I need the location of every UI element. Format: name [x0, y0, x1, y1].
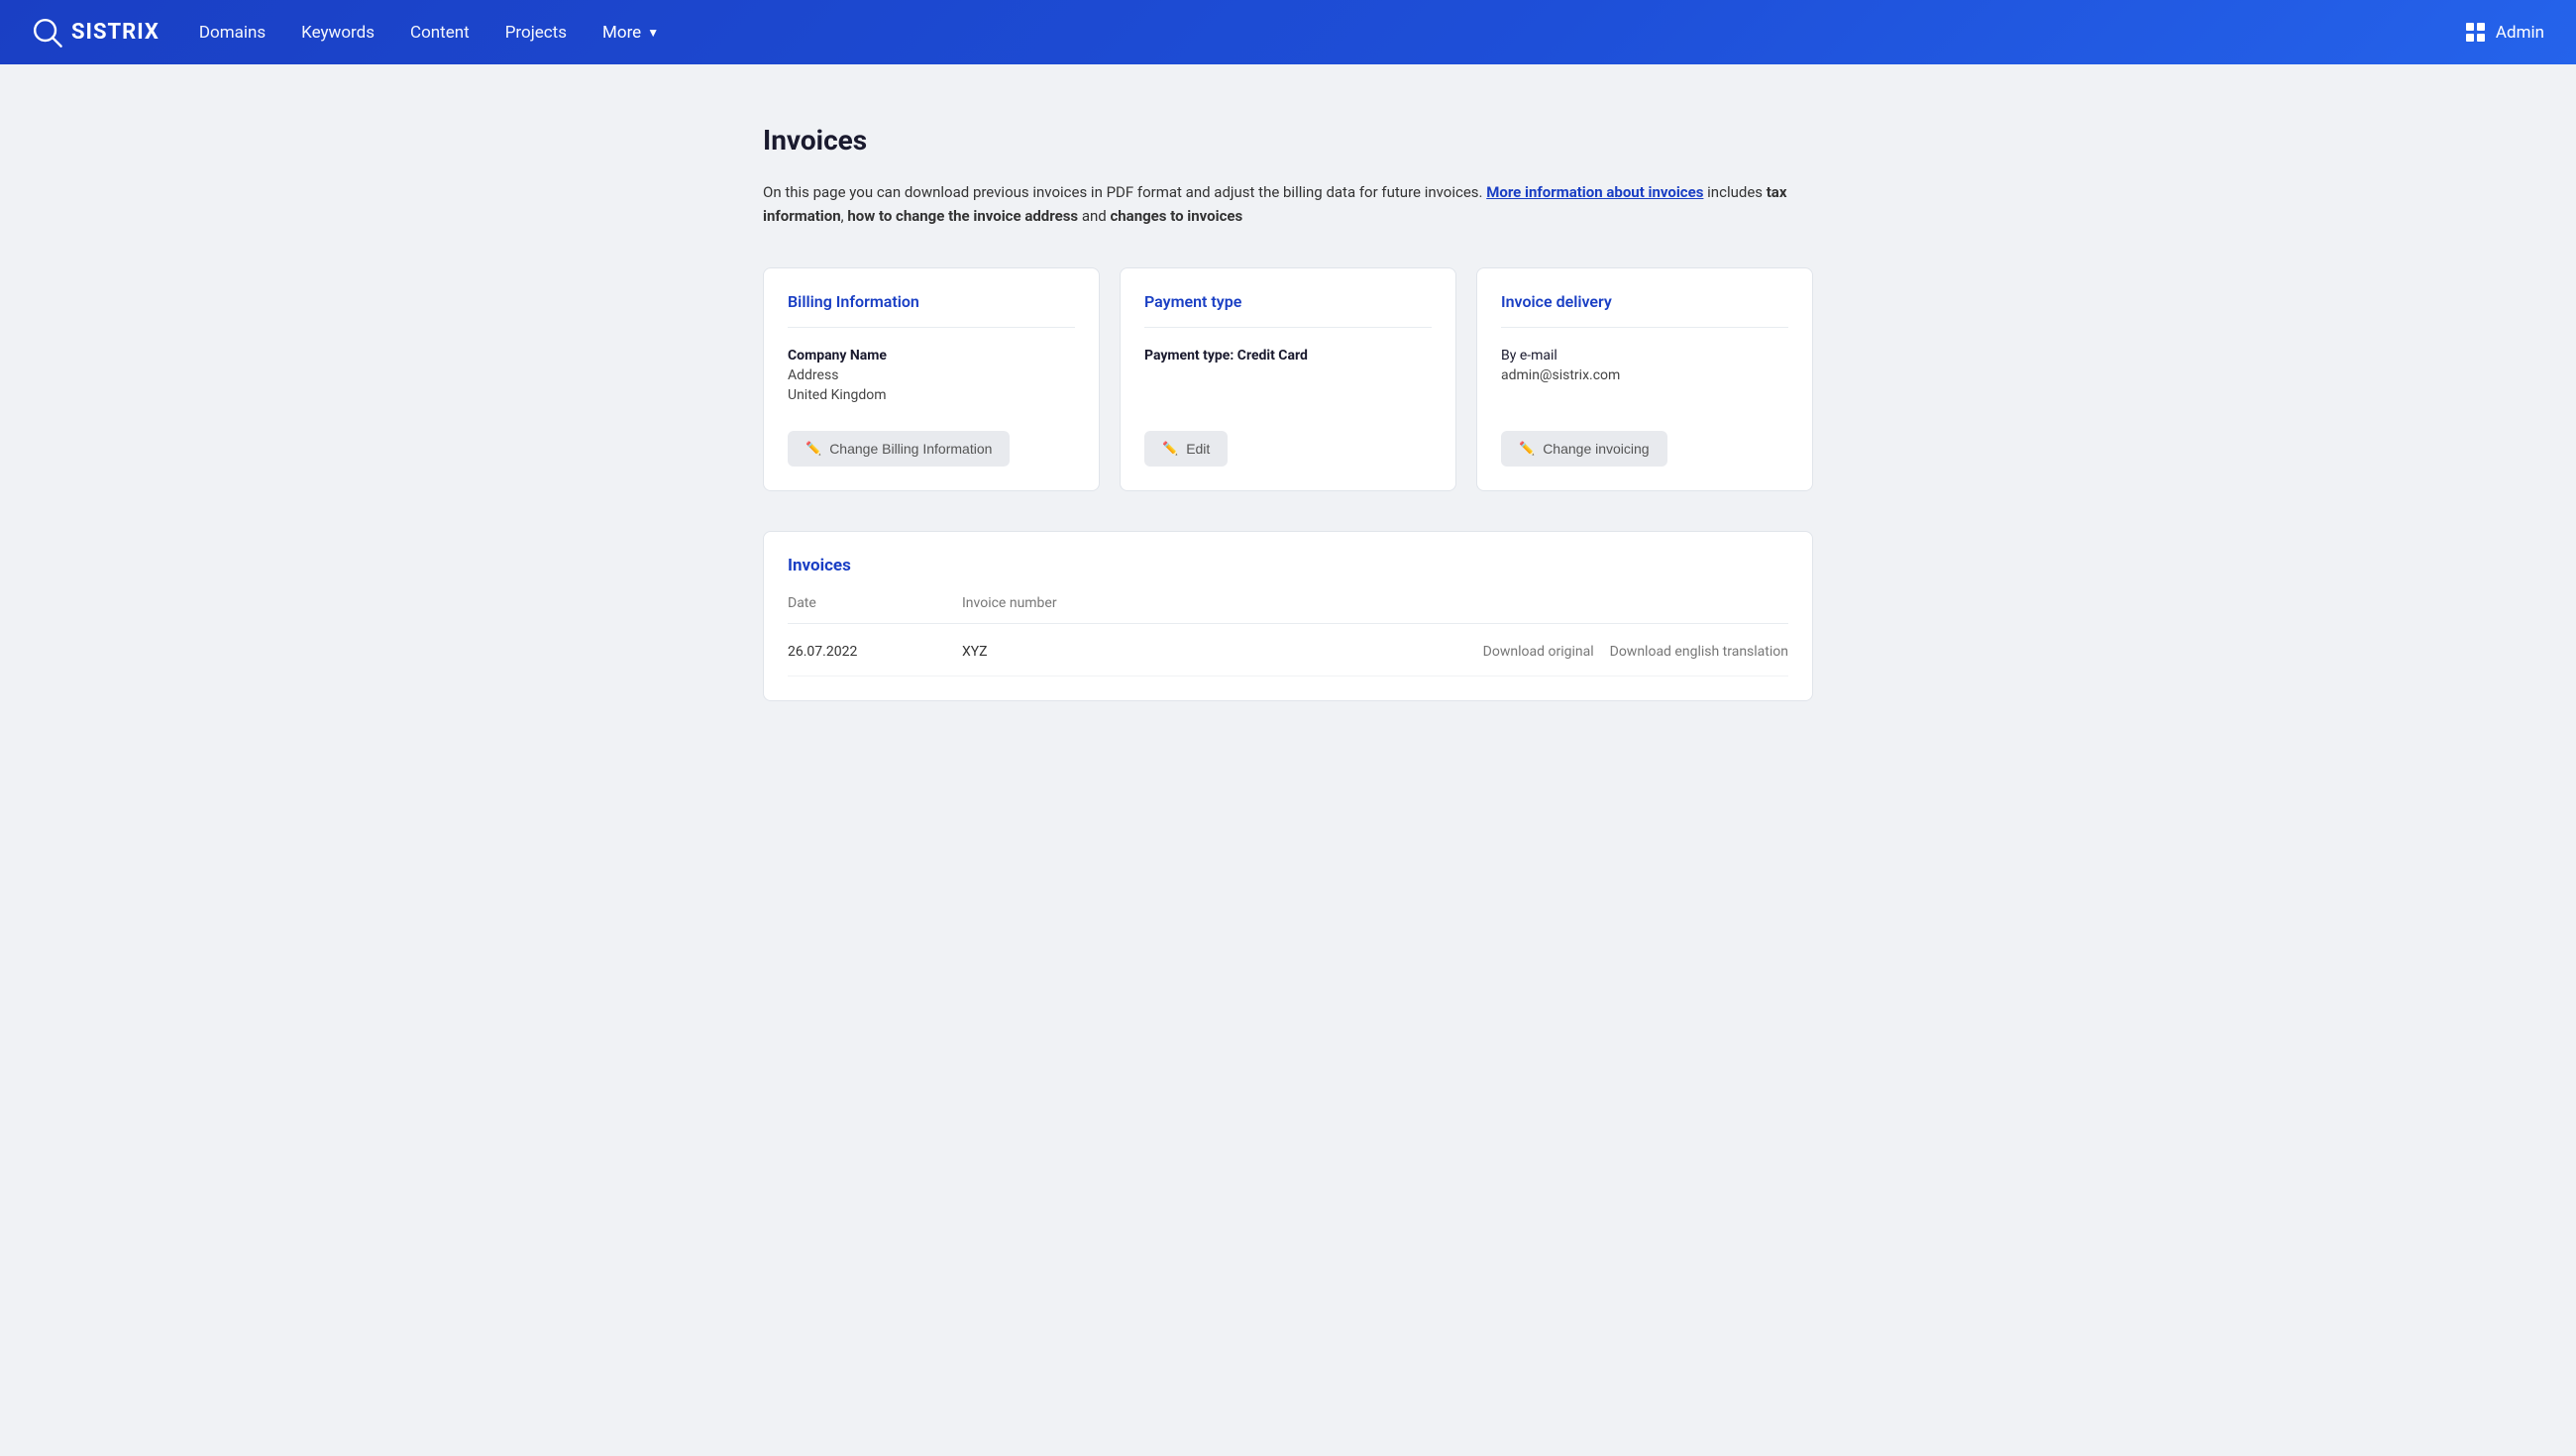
desc-bold-2: how to change the invoice address — [847, 207, 1078, 225]
change-invoicing-button[interactable]: ✏️ Change invoicing — [1501, 431, 1667, 467]
pencil-icon: ✏️ — [1162, 441, 1178, 457]
main-content: Invoices On this page you can download p… — [743, 64, 1833, 780]
grid-icon — [2466, 23, 2486, 43]
admin-label: Admin — [2496, 23, 2544, 43]
payment-card-title: Payment type — [1144, 292, 1432, 328]
logo-text: SISTRIX — [71, 20, 160, 45]
delivery-method: By e-mail — [1501, 348, 1788, 364]
nav-more-label: More — [602, 23, 641, 43]
chevron-down-icon: ▼ — [647, 26, 659, 40]
invoices-section: Invoices Date Invoice number 26.07.2022 … — [763, 531, 1813, 701]
payment-type-card: Payment type Payment type: Credit Card ✏… — [1120, 267, 1456, 491]
desc-bold-3: changes to invoices — [1110, 207, 1242, 225]
table-header: Date Invoice number — [788, 595, 1788, 624]
nav-more-dropdown[interactable]: More ▼ — [602, 23, 659, 43]
download-translation-link[interactable]: Download english translation — [1610, 644, 1788, 660]
download-original-link[interactable]: Download original — [1483, 644, 1594, 660]
delivery-card-title: Invoice delivery — [1501, 292, 1788, 328]
invoice-number: XYZ — [962, 644, 1467, 660]
invoice-date: 26.07.2022 — [788, 644, 946, 660]
change-billing-label: Change Billing Information — [829, 441, 992, 457]
billing-address: Address — [788, 367, 1075, 383]
desc-text-1: On this page you can download previous i… — [763, 183, 1486, 201]
invoices-section-title: Invoices — [788, 556, 1788, 575]
pencil-icon: ✏️ — [1519, 441, 1535, 457]
table-row: 26.07.2022 XYZ Download original Downloa… — [788, 628, 1788, 676]
edit-payment-label: Edit — [1186, 441, 1210, 457]
nav-projects[interactable]: Projects — [505, 23, 567, 43]
billing-info-card: Billing Information Company Name Address… — [763, 267, 1100, 491]
billing-country: United Kingdom — [788, 387, 1075, 403]
nav-content[interactable]: Content — [410, 23, 470, 43]
col-date: Date — [788, 595, 946, 611]
payment-card-body: Payment type: Credit Card — [1144, 348, 1432, 403]
nav-keywords[interactable]: Keywords — [301, 23, 375, 43]
col-invoice-number: Invoice number — [962, 595, 1757, 611]
site-logo[interactable]: SISTRIX — [32, 17, 160, 49]
desc-text-2: includes — [1703, 183, 1766, 201]
sistrix-logo-icon — [32, 17, 63, 49]
admin-menu[interactable]: Admin — [2466, 23, 2544, 43]
pencil-icon: ✏️ — [805, 441, 821, 457]
page-title: Invoices — [763, 124, 1813, 156]
change-billing-button[interactable]: ✏️ Change Billing Information — [788, 431, 1010, 467]
cards-row: Billing Information Company Name Address… — [763, 267, 1813, 491]
billing-card-title: Billing Information — [788, 292, 1075, 328]
change-invoicing-label: Change invoicing — [1543, 441, 1649, 457]
desc-link[interactable]: More information about invoices — [1486, 183, 1703, 201]
payment-type-value: Payment type: Credit Card — [1144, 348, 1432, 364]
page-description: On this page you can download previous i… — [763, 180, 1813, 228]
nav-links: Domains Keywords Content Projects More ▼ — [199, 23, 2426, 43]
desc-text-4: and — [1078, 207, 1110, 225]
invoice-delivery-card: Invoice delivery By e-mail admin@sistrix… — [1476, 267, 1813, 491]
billing-company-name: Company Name — [788, 348, 1075, 364]
delivery-email: admin@sistrix.com — [1501, 367, 1788, 383]
delivery-card-body: By e-mail admin@sistrix.com — [1501, 348, 1788, 403]
edit-payment-button[interactable]: ✏️ Edit — [1144, 431, 1228, 467]
nav-domains[interactable]: Domains — [199, 23, 266, 43]
billing-card-body: Company Name Address United Kingdom — [788, 348, 1075, 403]
